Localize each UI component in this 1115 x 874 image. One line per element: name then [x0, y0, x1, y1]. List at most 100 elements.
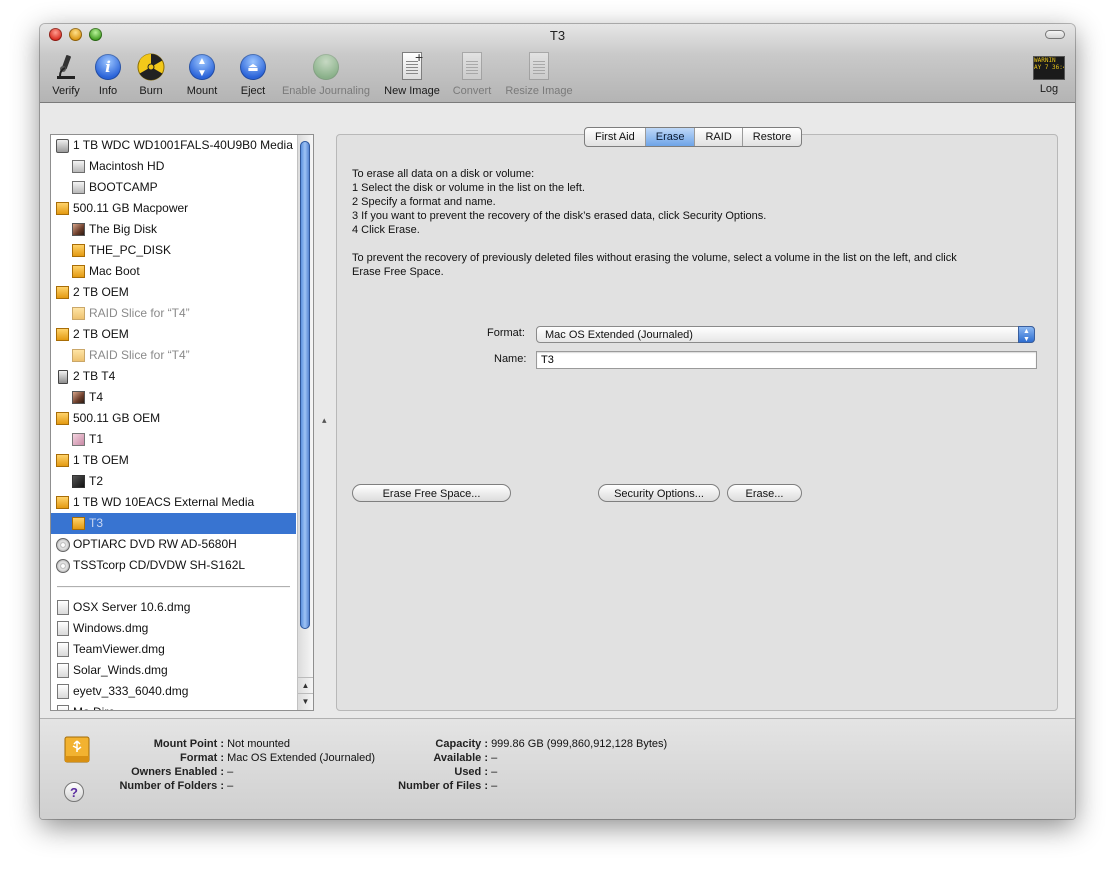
external-disk-icon	[56, 202, 69, 215]
sidebar-scrollbar[interactable]: ▲ ▼	[297, 135, 313, 710]
disk-image-row[interactable]: Solar_Winds.dmg	[51, 660, 296, 681]
disk-image-row[interactable]: TeamViewer.dmg	[51, 639, 296, 660]
disk-image-icon	[57, 600, 69, 615]
photo-volume-icon	[72, 391, 85, 404]
info-icon: i	[93, 52, 123, 82]
external-disk-icon	[72, 349, 85, 362]
verify-button[interactable]: Verify	[46, 52, 86, 100]
disk-row[interactable]: 2 TB T4	[51, 366, 296, 387]
volume-row[interactable]: The Big Disk	[51, 219, 296, 240]
microscope-icon	[51, 52, 81, 82]
scroll-up-arrow[interactable]: ▲	[298, 677, 313, 694]
toolbar-toggle-button[interactable]	[1045, 30, 1065, 39]
volume-row-selected[interactable]: T3	[51, 513, 296, 534]
eject-icon: ⏏	[238, 52, 268, 82]
erase-free-space-button[interactable]: Erase Free Space...	[352, 484, 511, 502]
external-disk-icon	[72, 517, 85, 530]
tab-erase[interactable]: Erase	[645, 128, 696, 146]
burn-button[interactable]: Burn	[134, 52, 168, 100]
scroll-down-arrow[interactable]: ▼	[298, 693, 313, 710]
info-right-column: Capacity : 999.86 GB (999,860,912,128 By…	[398, 738, 668, 792]
disk-row[interactable]: 1 TB OEM	[51, 450, 296, 471]
volume-row[interactable]: T4	[51, 387, 296, 408]
disk-utility-window: T3 Verify i Info Burn ▲▼ Mount ⏏ Eject	[40, 24, 1075, 819]
volume-row[interactable]: T1	[51, 429, 296, 450]
resize-image-icon	[524, 52, 554, 82]
disk-list[interactable]: 1 TB WDC WD1001FALS-40U9B0 Media Macinto…	[50, 134, 314, 711]
optical-drive-row[interactable]: OPTIARC DVD RW AD-5680H	[51, 534, 296, 555]
name-label: Name:	[494, 353, 527, 365]
resize-image-button[interactable]: Resize Image	[502, 52, 576, 100]
external-disk-icon	[72, 307, 85, 320]
scroll-thumb[interactable]	[300, 141, 310, 629]
new-image-button[interactable]: + New Image	[380, 49, 444, 100]
tab-restore[interactable]: Restore	[743, 128, 802, 146]
convert-button[interactable]: Convert	[450, 52, 494, 100]
external-disk-icon	[56, 286, 69, 299]
info-button[interactable]: i Info	[92, 52, 124, 100]
volume-row[interactable]: RAID Slice for “T4”	[51, 303, 296, 324]
external-disk-icon	[72, 265, 85, 278]
optical-drive-row[interactable]: TSSTcorp CD/DVDW SH-S162L	[51, 555, 296, 576]
external-disk-icon	[56, 454, 69, 467]
volume-row[interactable]: Macintosh HD	[51, 156, 296, 177]
disk-row[interactable]: 500.11 GB OEM	[51, 408, 296, 429]
log-button[interactable]: WARNIN AY 7 36:4 Log	[1032, 52, 1066, 100]
erase-panel: To erase all data on a disk or volume: 1…	[336, 134, 1058, 711]
info-bar: ? Mount Point : Not mounted Format : Mac…	[40, 718, 1075, 819]
external-disk-icon	[56, 328, 69, 341]
usb-disk-icon	[58, 370, 68, 384]
main-content: 1 TB WDC WD1001FALS-40U9B0 Media Macinto…	[40, 103, 1075, 718]
log-icon: WARNIN AY 7 36:4	[1033, 56, 1065, 80]
journaling-icon	[311, 52, 341, 82]
photo-volume-icon	[72, 475, 85, 488]
mount-button[interactable]: ▲ ▼ Mount	[182, 52, 222, 100]
erase-instructions: To erase all data on a disk or volume: 1…	[352, 168, 957, 278]
photo-volume-icon	[72, 433, 85, 446]
volume-row[interactable]: RAID Slice for “T4”	[51, 345, 296, 366]
erase-button[interactable]: Erase...	[727, 484, 802, 502]
external-disk-icon	[56, 412, 69, 425]
convert-icon	[457, 52, 487, 82]
select-stepper-icon: ▲ ▼	[1018, 326, 1035, 343]
format-select[interactable]: Mac OS Extended (Journaled) ▲ ▼	[536, 326, 1035, 343]
title-bar: T3 Verify i Info Burn ▲▼ Mount ⏏ Eject	[40, 24, 1075, 103]
tab-first-aid[interactable]: First Aid	[585, 128, 646, 146]
external-disk-icon	[56, 496, 69, 509]
optical-drive-icon	[56, 538, 70, 552]
splitter-handle[interactable]: ▴	[322, 415, 327, 426]
disk-row[interactable]: 2 TB OEM	[51, 282, 296, 303]
disk-image-icon	[57, 663, 69, 678]
format-label: Format:	[487, 327, 525, 339]
security-options-button[interactable]: Security Options...	[598, 484, 720, 502]
list-separator	[57, 586, 290, 588]
eject-button[interactable]: ⏏ Eject	[236, 52, 270, 100]
disk-image-row[interactable]: OSX Server 10.6.dmg	[51, 597, 296, 618]
window-title: T3	[549, 28, 566, 43]
external-disk-icon	[72, 244, 85, 257]
volume-row[interactable]: Mac Boot	[51, 261, 296, 282]
volume-row[interactable]: THE_PC_DISK	[51, 240, 296, 261]
help-button[interactable]: ?	[64, 782, 84, 802]
disk-image-icon	[57, 621, 69, 636]
info-left-column: Mount Point : Not mounted Format : Mac O…	[119, 738, 376, 792]
disk-row[interactable]: 1 TB WD 10EACS External Media	[51, 492, 296, 513]
volume-row[interactable]: T2	[51, 471, 296, 492]
volume-icon	[72, 160, 85, 173]
name-field[interactable]	[536, 351, 1037, 369]
disk-row[interactable]: 500.11 GB Macpower	[51, 198, 296, 219]
optical-drive-icon	[56, 559, 70, 573]
disk-image-row[interactable]: eyetv_333_6040.dmg	[51, 681, 296, 702]
disk-image-row[interactable]: Windows.dmg	[51, 618, 296, 639]
disk-image-icon	[57, 642, 69, 657]
disk-row[interactable]: 1 TB WDC WD1001FALS-40U9B0 Media	[51, 135, 296, 156]
mount-icon: ▲ ▼	[187, 52, 217, 82]
volume-icon	[72, 181, 85, 194]
volume-row[interactable]: BOOTCAMP	[51, 177, 296, 198]
internal-disk-icon	[56, 139, 69, 153]
disk-image-row[interactable]: Ma Dire...	[51, 702, 296, 710]
enable-journaling-button[interactable]: Enable Journaling	[278, 52, 374, 100]
disk-image-icon	[57, 684, 69, 699]
tab-raid[interactable]: RAID	[695, 128, 743, 146]
disk-row[interactable]: 2 TB OEM	[51, 324, 296, 345]
